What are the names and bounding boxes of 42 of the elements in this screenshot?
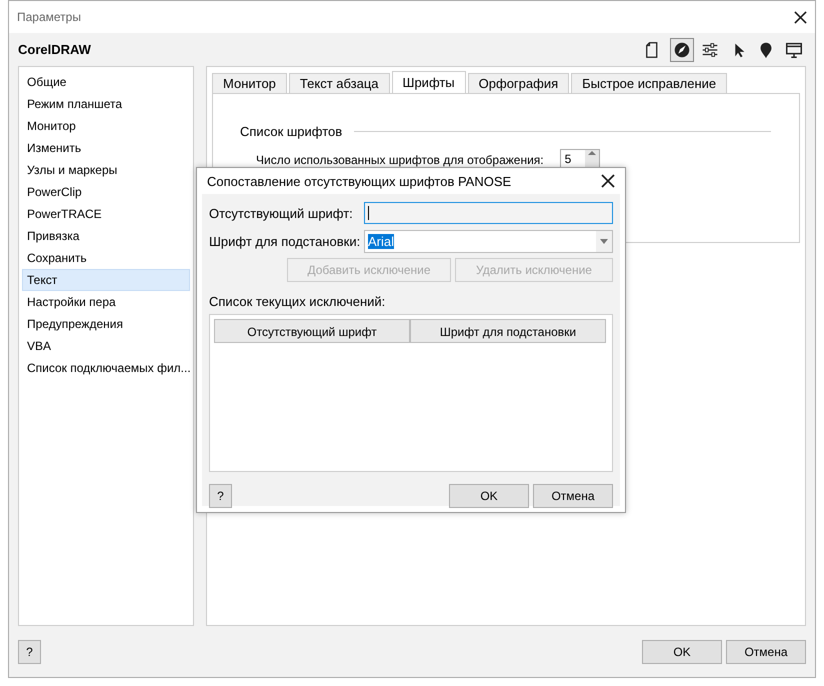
dialog-title: Сопоставление отсутствующих шрифтов PANOSE — [207, 174, 512, 188]
dropdown-arrow-icon[interactable] — [600, 238, 608, 244]
close-icon[interactable] — [601, 174, 615, 188]
ok-button[interactable]: OK — [642, 640, 722, 664]
sidebar-item[interactable]: Привязка — [22, 225, 190, 247]
field-label: Отсутствующий шрифт: — [209, 206, 353, 220]
tab[interactable]: Монитор — [212, 73, 287, 93]
ok-button[interactable]: OK — [449, 484, 529, 508]
sidebar-item[interactable]: PowerClip — [22, 181, 190, 203]
sidebar-item[interactable]: Изменить — [22, 137, 190, 159]
section-title: Список шрифтов — [240, 124, 342, 139]
toolbar-button[interactable] — [670, 38, 694, 62]
tab[interactable]: Текст абзаца — [288, 73, 390, 93]
sidebar-item[interactable]: Режим планшета — [22, 93, 190, 115]
close-icon[interactable] — [794, 10, 807, 24]
font-dropdown[interactable]: Arial — [364, 230, 613, 252]
column-header[interactable]: Шрифт для подстановки — [410, 319, 606, 343]
sidebar-item[interactable]: Текст — [22, 269, 190, 291]
help-button[interactable]: ? — [209, 484, 232, 508]
up-arrow-icon[interactable] — [588, 150, 596, 156]
field-label: Число использованных шрифтов для отображения: — [256, 152, 544, 166]
sidebar-item[interactable]: PowerTRACE — [22, 203, 190, 225]
cancel-button[interactable]: Отмена — [726, 640, 806, 664]
window-title: Параметры — [17, 10, 81, 24]
app-title: CorelDRAW — [18, 42, 91, 57]
tab[interactable]: Шрифты — [392, 71, 466, 93]
sidebar-item[interactable]: Сохранить — [22, 247, 190, 269]
input-field[interactable] — [364, 202, 613, 224]
sidebar-item[interactable]: Узлы и маркеры — [22, 159, 190, 181]
sidebar-item[interactable]: Общие — [22, 71, 190, 93]
column-header[interactable]: Отсутствующий шрифт — [214, 319, 410, 343]
tab[interactable]: Быстрое исправление — [571, 73, 728, 93]
cancel-button[interactable]: Отмена — [533, 484, 613, 508]
sidebar-item[interactable]: Список подключаемых фил... — [22, 357, 190, 379]
tab[interactable]: Орфография — [468, 73, 570, 93]
help-button[interactable]: ? — [18, 640, 41, 664]
sidebar-item[interactable]: VBA — [22, 335, 190, 357]
sidebar-item[interactable]: Предупреждения — [22, 313, 190, 335]
list-label: Список текущих исключений: — [209, 294, 386, 309]
sidebar-item[interactable]: Настройки пера — [22, 291, 190, 313]
field-label: Шрифт для подстановки: — [209, 234, 360, 248]
sidebar-item[interactable]: Монитор — [22, 115, 190, 137]
